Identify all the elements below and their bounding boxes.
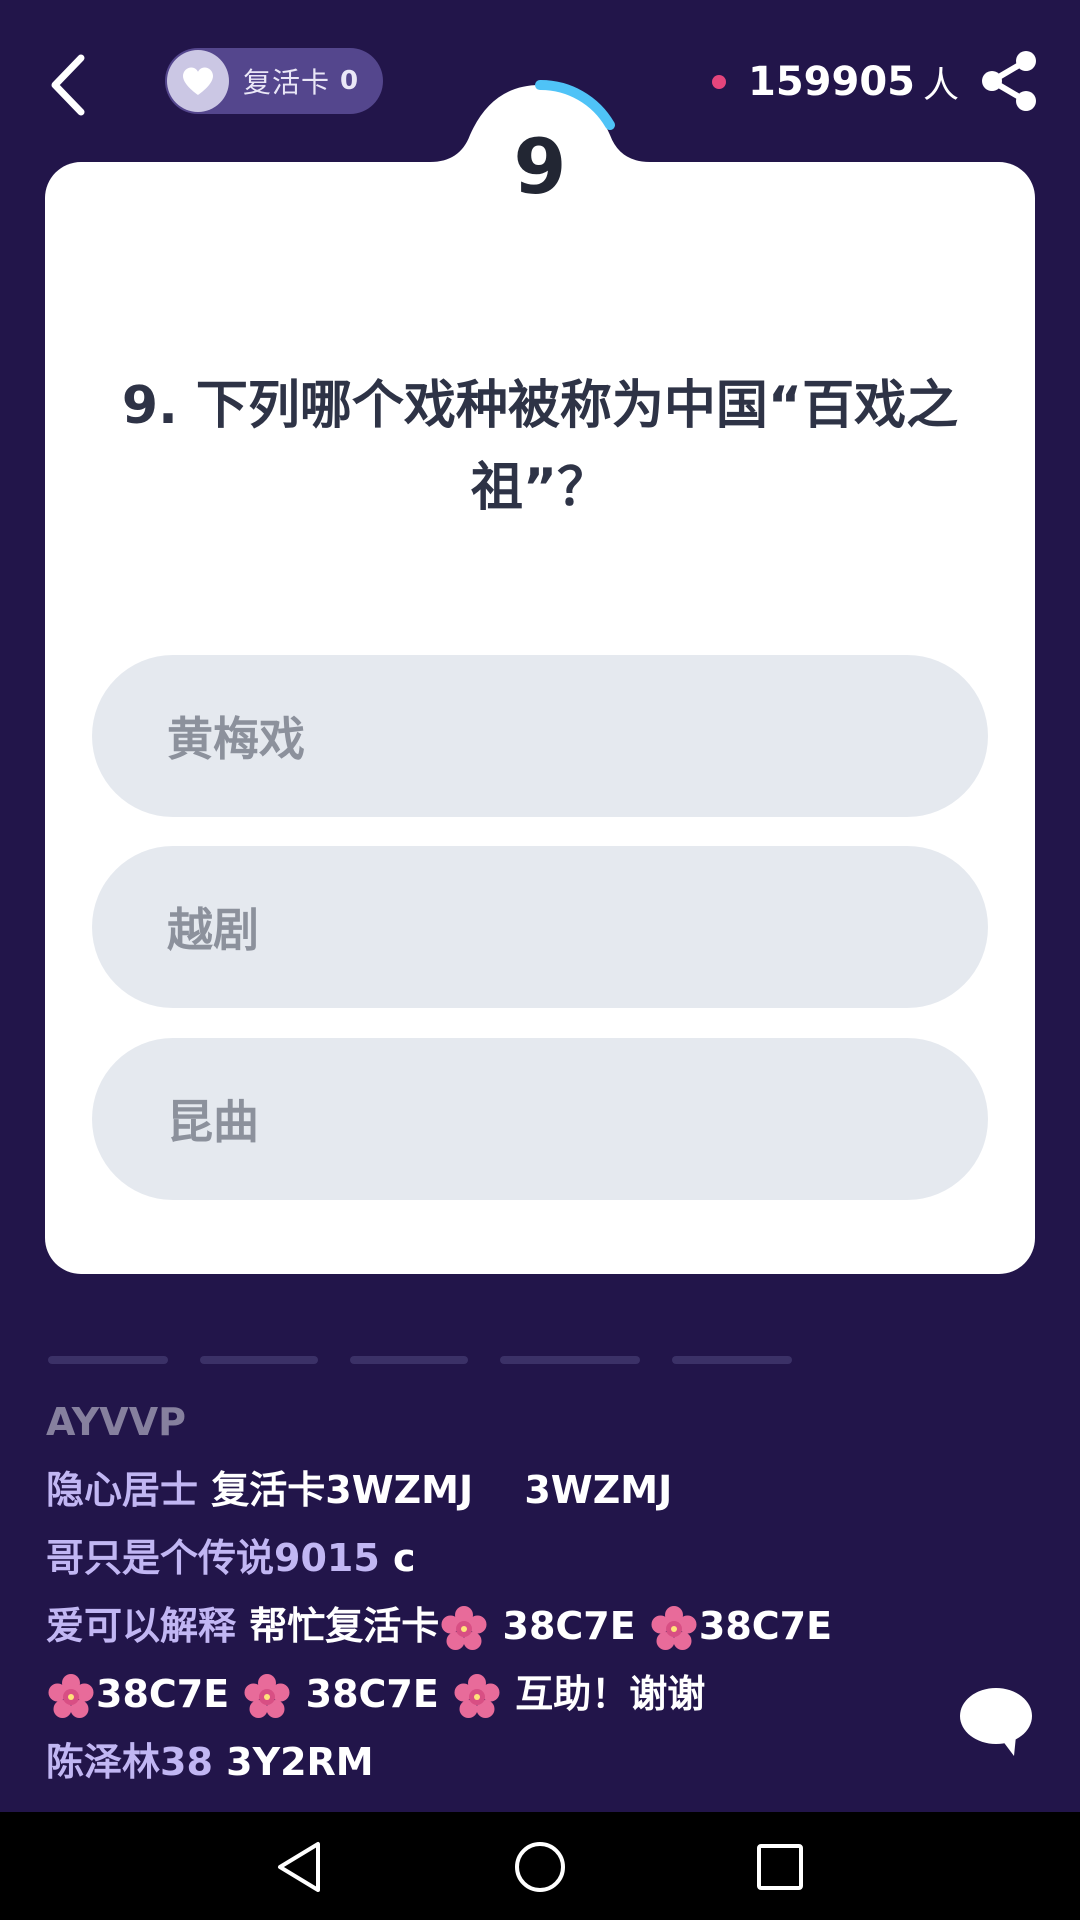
cherry-blossom-icon [441, 1605, 487, 1650]
comment-text: 3Y2RM [226, 1740, 374, 1784]
comment-user: AYVVP [46, 1400, 186, 1444]
online-unit: 人 [923, 65, 960, 106]
comment-feed: AYVVP 隐心居士 复活卡3WZMJ 3WZMJ 哥只是个传说9015 c 爱… [46, 1388, 1046, 1796]
comment-item: 哥只是个传说9015 c [46, 1524, 1046, 1592]
comment-text: 互助！谢谢 [515, 1672, 706, 1716]
comment-text: 38C7E [698, 1604, 833, 1648]
question-text: 9. 下列哪个戏种被称为中国“百戏之祖”？ [121, 376, 959, 518]
cherry-blossom-icon [454, 1673, 500, 1718]
comment-text: 38C7E [96, 1672, 230, 1716]
comment-item: 陈泽林38 3Y2RM [46, 1728, 1046, 1796]
nav-recents-icon[interactable] [749, 1836, 811, 1898]
nav-home-icon[interactable] [509, 1836, 571, 1898]
answer-option-2[interactable]: 越剧 [92, 846, 988, 1008]
chat-bubble-icon[interactable] [958, 1686, 1034, 1758]
answer-option-3[interactable]: 昆曲 [92, 1038, 988, 1200]
comment-user: 隐心居士 [46, 1468, 199, 1512]
cherry-blossom-icon [244, 1673, 290, 1718]
comment-item: AYVVP [46, 1388, 1046, 1456]
online-counter: 159905 人 [712, 56, 959, 108]
nav-back-icon[interactable] [270, 1836, 332, 1898]
comment-user: 陈泽林38 [46, 1740, 213, 1784]
answer-option-label: 黄梅戏 [167, 712, 305, 766]
comment-text: 38C7E [305, 1672, 439, 1716]
revive-card-label: 复活卡 [243, 66, 331, 99]
answer-option-label: 昆曲 [167, 1095, 259, 1149]
live-dot-icon [712, 75, 726, 89]
back-chevron-icon[interactable] [45, 50, 95, 120]
comment-user: 哥只是个传说9015 [46, 1536, 380, 1580]
comment-text: c [393, 1536, 416, 1580]
revive-card-count: 0 [340, 66, 359, 96]
revive-card-badge[interactable]: 复活卡 0 [165, 48, 383, 114]
question-number: 9 [513, 122, 567, 211]
comment-user: 爱可以解释 [46, 1604, 237, 1648]
faded-comment-line [48, 1356, 888, 1366]
answer-option-1[interactable]: 黄梅戏 [92, 655, 988, 817]
cherry-blossom-icon [48, 1673, 94, 1718]
comment-text: 复活卡3WZMJ 3WZMJ [211, 1468, 673, 1512]
comment-text: 帮忙复活卡 [249, 1604, 440, 1648]
online-count: 159905 [748, 59, 915, 105]
comment-item: 爱可以解释 帮忙复活卡 38C7E 38C7E [46, 1592, 1046, 1660]
answer-option-label: 越剧 [167, 903, 259, 957]
share-icon[interactable] [978, 48, 1040, 114]
comment-text: 38C7E [502, 1604, 636, 1648]
system-nav-bar [0, 1812, 1080, 1920]
heart-icon [167, 50, 229, 112]
comment-item: 38C7E 38C7E 互助！谢谢 [46, 1660, 1046, 1728]
cherry-blossom-icon [651, 1605, 697, 1650]
comment-item: 隐心居士 复活卡3WZMJ 3WZMJ [46, 1456, 1046, 1524]
